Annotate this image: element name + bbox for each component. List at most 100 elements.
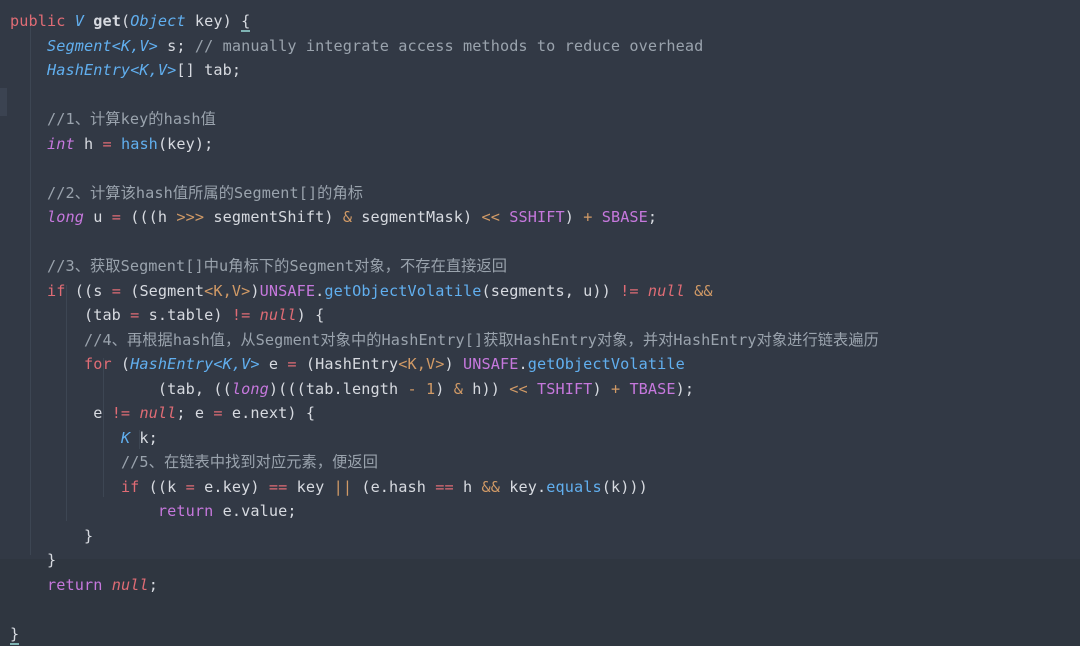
code-line[interactable] — [10, 156, 1080, 181]
code-token: TBASE — [629, 380, 675, 398]
line-indent — [10, 306, 84, 324]
code-line[interactable]: if ((k = e.key) == key || (e.hash == h &… — [10, 475, 1080, 500]
code-body[interactable]: public V get(Object key) { Segment<K,V> … — [0, 9, 1080, 646]
code-token: == — [269, 478, 288, 496]
code-token: (k))) — [602, 478, 648, 496]
code-token: V — [75, 12, 84, 30]
code-editor[interactable]: public V get(Object key) { Segment<K,V> … — [0, 0, 1080, 559]
code-line[interactable]: //5、在链表中找到对应元素，便返回 — [10, 450, 1080, 475]
code-token: + — [611, 380, 620, 398]
code-token: (e.hash — [352, 478, 435, 496]
code-token: SSHIFT — [509, 208, 564, 226]
code-token: null — [648, 282, 685, 300]
code-token — [417, 380, 426, 398]
code-token: if — [47, 282, 66, 300]
code-token: ); — [676, 380, 695, 398]
code-token: s; — [158, 37, 195, 55]
code-line[interactable]: int h = hash(key); — [10, 132, 1080, 157]
code-line[interactable]: //2、计算该hash值所属的Segment[]的角标 — [10, 181, 1080, 206]
code-token: hash — [121, 135, 158, 153]
code-token: (Segment — [121, 282, 204, 300]
code-token: = — [112, 208, 121, 226]
code-token: ) — [445, 355, 464, 373]
line-indent — [10, 478, 121, 496]
code-token — [102, 576, 111, 594]
code-token — [500, 208, 509, 226]
code-token: e — [84, 404, 112, 422]
line-indent — [10, 282, 47, 300]
code-token: s.table) — [139, 306, 231, 324]
code-token — [685, 282, 694, 300]
code-token: UNSAFE — [260, 282, 315, 300]
code-line[interactable] — [10, 230, 1080, 255]
code-line[interactable]: } — [10, 622, 1080, 646]
code-token: HashEntry — [47, 61, 130, 79]
code-line[interactable]: return null; — [10, 573, 1080, 598]
code-token: . — [315, 282, 324, 300]
code-token: ; e — [176, 404, 213, 422]
code-token: int — [47, 135, 75, 153]
code-token: <K,V> — [398, 355, 444, 373]
code-token: e.next) — [223, 404, 306, 422]
code-token: ) — [297, 306, 316, 324]
line-indent — [10, 527, 84, 545]
code-token: - — [408, 380, 417, 398]
code-line[interactable]: //4、再根据hash值，从Segment对象中的HashEntry[]获取Ha… — [10, 328, 1080, 353]
line-indent — [10, 257, 47, 275]
code-line[interactable] — [10, 83, 1080, 108]
code-line[interactable]: } — [10, 524, 1080, 549]
code-token: ) — [592, 380, 611, 398]
code-token: u — [84, 208, 112, 226]
code-token: & — [454, 380, 463, 398]
code-line[interactable]: Segment<K,V> s; // manually integrate ac… — [10, 34, 1080, 59]
code-line[interactable]: public V get(Object key) { — [10, 9, 1080, 34]
code-token: long — [47, 208, 84, 226]
code-line[interactable]: return e.value; — [10, 499, 1080, 524]
code-token: if — [121, 478, 140, 496]
code-token: e.value; — [213, 502, 296, 520]
code-token: h — [75, 135, 103, 153]
code-token — [65, 12, 74, 30]
code-line[interactable]: K k; — [10, 426, 1080, 451]
code-token: TSHIFT — [537, 380, 592, 398]
code-token: ) — [565, 208, 584, 226]
code-token: ((s — [65, 282, 111, 300]
line-indent — [10, 502, 158, 520]
code-line[interactable]: HashEntry<K,V>[] tab; — [10, 58, 1080, 83]
line-indent — [10, 355, 84, 373]
code-line[interactable]: if ((s = (Segment<K,V>)UNSAFE.getObjectV… — [10, 279, 1080, 304]
code-line[interactable]: (tab = s.table) != null) { — [10, 303, 1080, 328]
code-token: Segment — [47, 37, 112, 55]
code-token: )(((tab.length — [269, 380, 408, 398]
code-token: //5、在链表中找到对应元素，便返回 — [121, 453, 378, 471]
code-token: . — [518, 355, 527, 373]
line-indent — [10, 331, 84, 349]
code-token — [84, 12, 93, 30]
line-indent — [10, 380, 158, 398]
code-token: //1、计算key的hash值 — [47, 110, 216, 128]
code-token: segmentMask) — [352, 208, 481, 226]
code-token: e.key) — [195, 478, 269, 496]
code-token: null — [260, 306, 297, 324]
code-token: } — [47, 551, 56, 569]
code-token: != — [232, 306, 251, 324]
line-indent — [10, 576, 47, 594]
code-line[interactable] — [10, 597, 1080, 622]
code-token: } — [10, 625, 19, 645]
code-line[interactable]: } — [10, 548, 1080, 573]
code-line[interactable]: //1、计算key的hash值 — [10, 107, 1080, 132]
code-line[interactable]: for (HashEntry<K,V> e = (HashEntry<K,V>)… — [10, 352, 1080, 377]
code-token: k; — [130, 429, 158, 447]
code-token: equals — [546, 478, 601, 496]
code-line[interactable]: //3、获取Segment[]中u角标下的Segment对象，不存在直接返回 — [10, 254, 1080, 279]
code-token: key. — [500, 478, 546, 496]
line-indent — [10, 208, 47, 226]
code-line[interactable]: e != null; e = e.next) { — [10, 401, 1080, 426]
code-line[interactable]: long u = (((h >>> segmentShift) & segmen… — [10, 205, 1080, 230]
code-line[interactable]: (tab, ((long)(((tab.length - 1) & h)) <<… — [10, 377, 1080, 402]
code-token: ; — [149, 576, 158, 594]
code-token: UNSAFE — [463, 355, 518, 373]
code-token: e — [260, 355, 288, 373]
code-token: get — [93, 12, 121, 30]
code-token: [] tab; — [176, 61, 241, 79]
